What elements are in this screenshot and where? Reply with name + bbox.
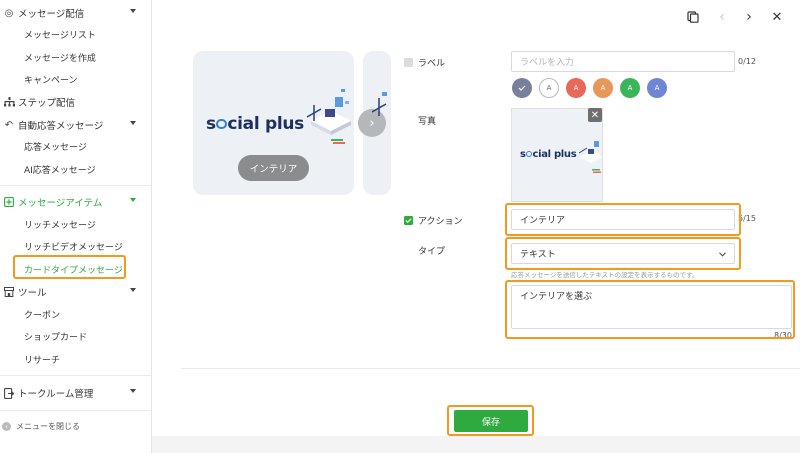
nav-section-message-item[interactable]: メッセージアイテム: [0, 192, 152, 212]
sidebar-item-research[interactable]: リサーチ: [24, 350, 60, 368]
photo-illustration: [578, 141, 602, 173]
logo-ring-icon: [216, 118, 227, 130]
highlight-type: [505, 237, 741, 270]
color-swatch-white[interactable]: A: [539, 78, 559, 98]
chevron-down-icon: [130, 288, 136, 292]
nav-section-talkroom[interactable]: トークルーム管理: [0, 383, 152, 403]
preview-logo: s cial plus: [206, 114, 304, 134]
label-title: ラベル: [404, 56, 445, 69]
preview-card: s cial plus インテリア: [193, 51, 354, 195]
nav-section-label: ステップ配信: [18, 98, 76, 109]
color-swatch-selected[interactable]: [512, 78, 532, 98]
message-item-icon: [3, 196, 15, 208]
chevron-down-icon: [130, 389, 136, 393]
close-icon: ✕: [590, 109, 600, 121]
shop-icon: [3, 286, 15, 298]
photo-thumbnail: s cial plus: [511, 108, 603, 202]
preview-illustration: [372, 92, 387, 116]
action-title: アクション: [404, 214, 463, 227]
nav-section-label: メッセージ配信: [18, 9, 85, 20]
sidebar-divider: [0, 375, 152, 376]
sidebar: ◎ メッセージ配信 メッセージリスト メッセージを作成 キャンペーン ステップ配…: [0, 0, 152, 453]
chevron-right-icon: ›: [746, 9, 752, 25]
photo-title: 写真: [418, 117, 437, 127]
label-counter: 0/12: [738, 57, 756, 66]
form-divider: [181, 368, 800, 369]
label-title-text: ラベル: [418, 59, 446, 69]
sidebar-item-message-list[interactable]: メッセージリスト: [24, 25, 96, 43]
color-swatch-red[interactable]: A: [566, 78, 586, 98]
sidebar-divider: [0, 410, 152, 411]
color-swatch-green[interactable]: A: [620, 78, 640, 98]
type-title: タイプ: [418, 247, 446, 257]
copy-button[interactable]: [685, 9, 701, 25]
remove-photo-button[interactable]: ✕: [588, 108, 602, 122]
check-icon: [518, 85, 526, 91]
type-helper-text: 応答メッセージを送信したテキストの設定を表示するものです。: [511, 271, 699, 279]
nav-section-label: トークルーム管理: [18, 389, 94, 400]
action-checkbox[interactable]: [404, 216, 413, 225]
step-icon: [3, 96, 15, 108]
nav-section-step[interactable]: ステップ配信: [0, 92, 152, 112]
close-icon: ✕: [771, 9, 783, 25]
label-checkbox[interactable]: [404, 58, 413, 67]
highlight-save: [447, 405, 534, 436]
next-button[interactable]: ›: [741, 9, 757, 25]
chevron-left-icon: ‹: [2, 422, 11, 431]
card-action-button[interactable]: インテリア: [238, 155, 309, 181]
chevron-down-icon: [130, 9, 136, 13]
sidebar-item-ai-reply[interactable]: AI応答メッセージ: [24, 160, 96, 178]
nav-section-broadcast[interactable]: ◎ メッセージ配信: [0, 3, 152, 23]
sidebar-item-coupon[interactable]: クーポン: [24, 305, 60, 323]
nav-section-auto-reply[interactable]: ↶ 自動応答メッセージ: [0, 115, 152, 135]
nav-section-tools[interactable]: ツール: [0, 282, 152, 302]
chevron-down-icon: [130, 121, 136, 125]
nav-section-label: ツール: [18, 288, 47, 299]
sidebar-item-campaign[interactable]: キャンペーン: [24, 70, 78, 88]
sidebar-item-rich-message[interactable]: リッチメッセージ: [24, 215, 96, 233]
color-swatch-orange[interactable]: A: [593, 78, 613, 98]
chevron-left-icon: ‹: [719, 9, 725, 25]
collapse-menu-button[interactable]: ‹ メニューを閉じる: [2, 421, 80, 432]
sidebar-item-create-message[interactable]: メッセージを作成: [24, 48, 96, 66]
close-button[interactable]: ✕: [769, 9, 785, 25]
photo-logo: s cial plus: [520, 149, 577, 160]
sidebar-item-auto-reply[interactable]: 応答メッセージ: [24, 137, 87, 155]
sidebar-divider: [0, 185, 152, 186]
prev-button[interactable]: ‹: [714, 9, 730, 25]
bottom-bar: [152, 436, 800, 453]
check-icon: [405, 218, 412, 223]
copy-icon: [687, 11, 699, 23]
preview-illustration: [306, 89, 351, 144]
highlight-text: [505, 280, 795, 339]
sidebar-item-rich-video[interactable]: リッチビデオメッセージ: [24, 237, 123, 255]
highlight-card-type: [13, 255, 126, 279]
broadcast-icon: ◎: [4, 7, 14, 19]
collapse-menu-label: メニューを閉じる: [16, 422, 80, 431]
nav-section-label: メッセージアイテム: [18, 198, 103, 209]
action-title-text: アクション: [418, 217, 463, 227]
talkroom-icon: [3, 387, 15, 399]
highlight-action: [505, 203, 741, 236]
color-swatch-blue[interactable]: A: [647, 78, 667, 98]
nav-section-label: 自動応答メッセージ: [18, 121, 104, 132]
reply-icon: ↶: [4, 119, 14, 131]
sidebar-item-shop-card[interactable]: ショップカード: [24, 327, 87, 345]
label-input[interactable]: ラベルを入力: [511, 51, 735, 72]
chevron-down-icon: [130, 198, 136, 202]
